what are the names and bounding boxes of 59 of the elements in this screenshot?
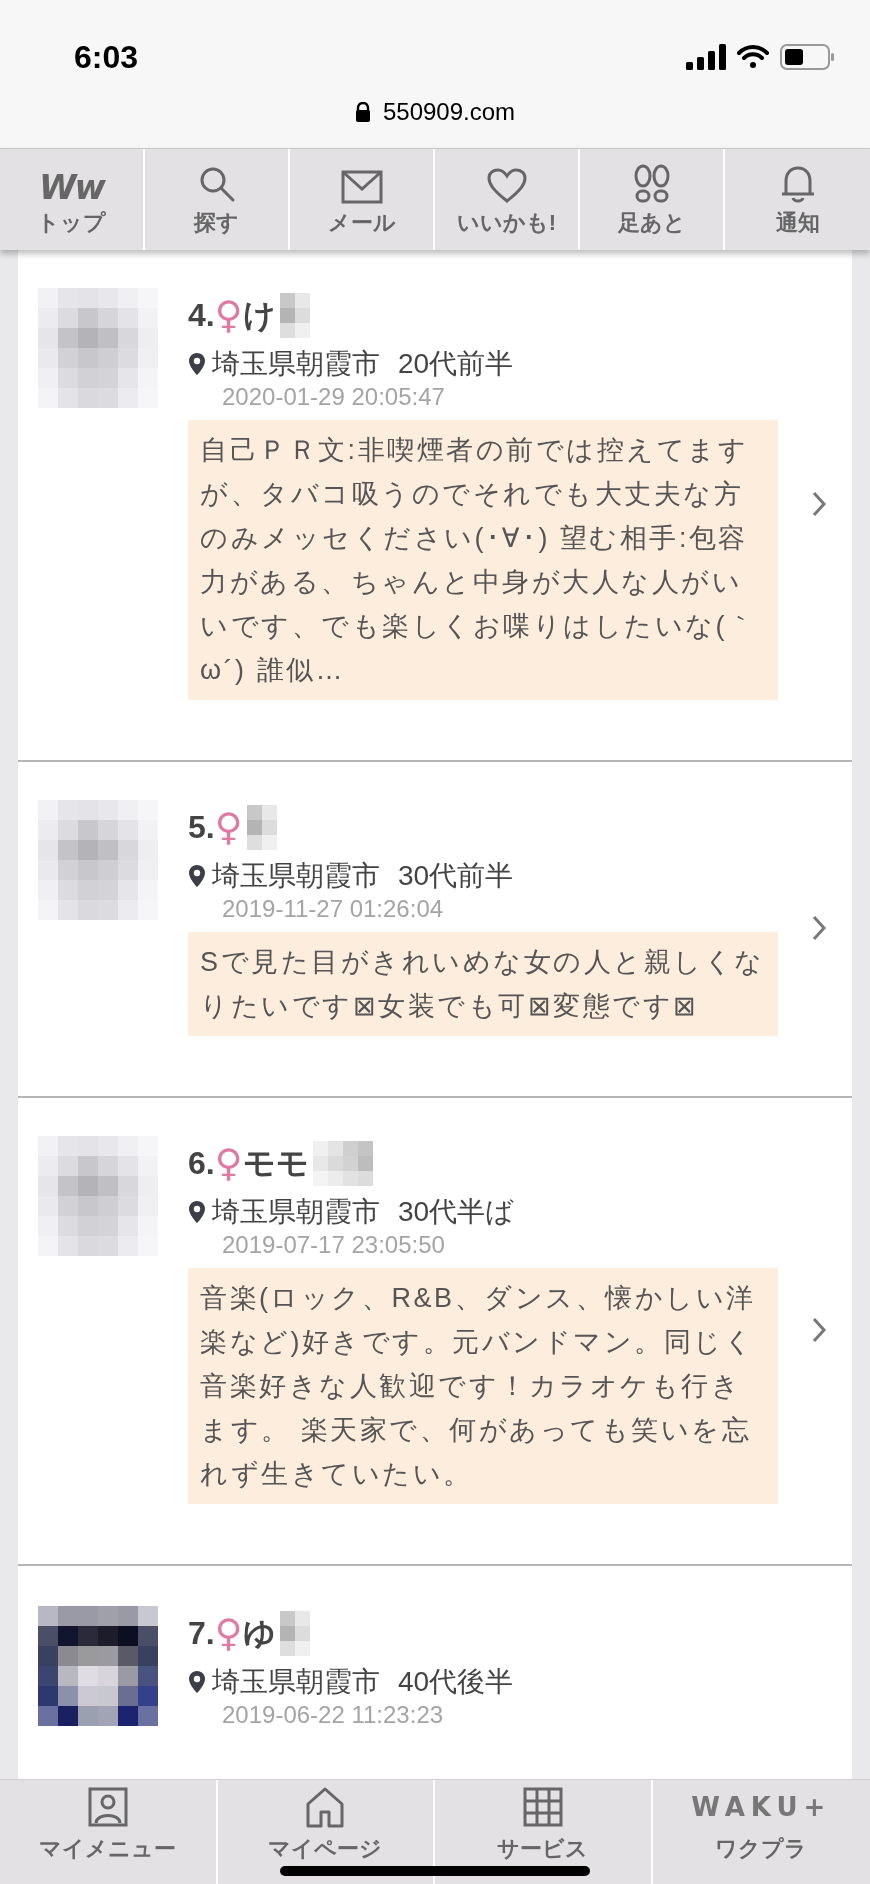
nav-tab[interactable]: 通知 [725,149,870,250]
location-pin-icon [188,352,206,376]
footprints-icon [632,164,671,204]
rank-number: 5. [188,808,215,847]
chevron-right-icon [812,915,826,941]
location-pin-icon [188,1670,206,1694]
lock-icon [354,102,371,122]
pixelated-name-drawing [312,1140,373,1186]
pixelated-name-drawing [279,292,310,338]
battery-icon [780,44,836,70]
location-text: 埼玉県朝霞市 [212,859,380,893]
age-text: 20代前半 [398,347,514,381]
url-text[interactable]: 550909.com [382,94,516,130]
female-symbol: ♀ [214,808,243,846]
date-text: 2019-07-17 23:05:50 [222,1230,446,1260]
home-icon [305,1786,346,1828]
location-text: 埼玉県朝霞市 [212,347,380,381]
user-name: け [242,296,276,335]
female-symbol: ♀ [214,296,243,334]
pixelated-name-drawing [246,804,277,850]
location-text: 埼玉県朝霞市 [212,1665,380,1699]
signal-icon [686,44,726,70]
profile-card[interactable]: 6.♀モモ 埼玉県朝霞市 30代半ば 2019-07-17 23:05:50 音楽(ロック、R&B、ダンス、懐かしい洋楽など)好きです。元バンドマン。同じく音楽好きな人歓迎です！カラオケも行きます。 楽天家で、何があっても笑いを忘れず生きていたい。 [18,1098,852,1566]
date-text: 2019-06-22 11:23:23 [222,1700,445,1730]
pixelated-name-drawing [279,1610,310,1656]
female-symbol: ♀ [214,1144,243,1182]
heart-icon [486,168,527,204]
date-text: 2020-01-29 20:05:47 [222,382,446,412]
logo: Ww [39,170,104,204]
chevron-right-icon [812,491,826,517]
age-text: 30代前半 [398,859,514,893]
status-time: 6:03 [74,38,139,77]
rank-number: 7. [188,1614,215,1653]
profile-card[interactable]: 5.♀ 埼玉県朝霞市 30代前半 2019-11-27 01:26:04 Sで見た目がきれいめな女の人と親しくなりたいです⊠女装でも可⊠変態です⊠ [18,762,852,1098]
bell-icon [779,164,816,204]
nav-tab[interactable]: WAKU+ ワクプラ [652,1780,870,1884]
profile-icon [87,1787,128,1827]
location-text: 埼玉県朝霞市 [212,1195,380,1229]
location-pin-icon [188,864,206,888]
female-symbol: ♀ [214,1614,243,1652]
rank-number: 4. [188,296,215,335]
user-name: ゆ [242,1614,276,1653]
nav-tab[interactable]: マイメニュー [0,1780,218,1884]
bio-text: 自己ＰＲ文:非喫煙者の前では控えてますが、タバコ吸うのでそれでも大丈夫な方のみメッセください(･∀･) 望む相手:包容力がある、ちゃんと中身が大人な人がいいです、でも楽しくお喋りはしたいな(｀ω´) 誰似… [188,420,778,700]
age-text: 40代後半 [398,1665,514,1699]
grid-icon [522,1787,563,1827]
user-name: モモ [242,1144,309,1183]
logo: WAKU+ [691,1790,832,1824]
profile-card[interactable]: 7.♀ゆ 埼玉県朝霞市 40代後半 2019-06-22 11:23:23 [18,1566,852,1730]
wifi-icon [736,44,770,70]
age-text: 30代半ば [398,1195,515,1229]
bio-text: Sで見た目がきれいめな女の人と親しくなりたいです⊠女装でも可⊠変態です⊠ [188,932,778,1036]
bio-text: 音楽(ロック、R&B、ダンス、懐かしい洋楽など)好きです。元バンドマン。同じく音楽好きな人歓迎です！カラオケも行きます。 楽天家で、何があっても笑いを忘れず生きていたい。 [188,1268,778,1504]
date-text: 2019-11-27 01:26:04 [222,894,445,924]
location-pin-icon [188,1200,206,1224]
chevron-right-icon [812,1317,826,1343]
rank-number: 6. [188,1144,215,1183]
envelope-icon [340,170,383,204]
profile-card[interactable]: 4.♀け 埼玉県朝霞市 20代前半 2020-01-29 20:05:47 自己ＰＲ文:非喫煙者の前では控えてますが、タバコ吸うのでそれでも大丈夫な方のみメッセください(･∀･) 望む相手:包容力がある、ちゃんと中身が大人な人がいいです、でも楽しくお喋りはしたいな(｀ω´) 誰似… [18,250,852,762]
